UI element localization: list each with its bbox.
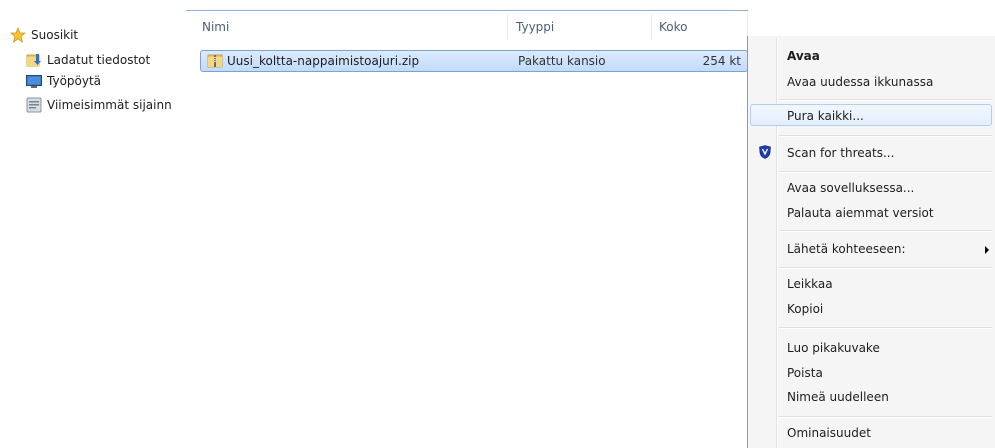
menu-item-cut[interactable]: Leikkaa	[787, 277, 833, 291]
file-row[interactable]: Uusi_koltta-nappaimistoajuri.zip Pakattu…	[200, 50, 748, 72]
context-menu: Avaa Avaa uudessa ikkunassa Pura kaikki.…	[747, 36, 995, 448]
shield-icon	[759, 145, 771, 159]
menu-item-open-with[interactable]: Avaa sovelluksessa...	[787, 181, 914, 195]
menu-item-properties[interactable]: Ominaisuudet	[787, 426, 871, 440]
nav-downloads-label: Ladatut tiedostot	[47, 53, 151, 67]
menu-separator	[779, 99, 992, 101]
explorer-window: Suosikit Ladatut tiedostot Työpöytä Viim…	[0, 0, 995, 448]
downloads-folder-icon	[26, 52, 42, 68]
nav-recent-label: Viimeisimmät sijainn	[47, 98, 172, 112]
menu-item-send-to[interactable]: Lähetä kohteeseen:	[787, 242, 906, 256]
file-type: Pakattu kansio	[518, 54, 606, 68]
menu-item-scan-threats[interactable]: Scan for threats...	[787, 146, 894, 160]
nav-downloads[interactable]: Ladatut tiedostot	[26, 51, 150, 69]
menu-item-create-shortcut[interactable]: Luo pikakuvake	[787, 341, 880, 355]
menu-separator	[779, 416, 992, 418]
menu-item-restore-previous[interactable]: Palauta aiemmat versiot	[787, 206, 934, 220]
column-divider[interactable]	[507, 14, 508, 40]
desktop-icon	[26, 73, 42, 89]
nav-desktop[interactable]: Työpöytä	[26, 72, 101, 90]
column-divider[interactable]	[651, 14, 652, 40]
menu-separator	[779, 230, 992, 232]
menu-item-copy[interactable]: Kopioi	[787, 302, 823, 316]
nav-recent[interactable]: Viimeisimmät sijainn	[26, 96, 172, 114]
menu-item-open[interactable]: Avaa	[787, 49, 820, 63]
menu-separator	[779, 135, 992, 137]
header-top-border	[186, 10, 748, 11]
menu-item-open-new-window[interactable]: Avaa uudessa ikkunassa	[787, 75, 933, 89]
star-icon	[9, 26, 27, 43]
recent-places-icon	[26, 97, 42, 113]
menu-item-extract-all[interactable]: Pura kaikki...	[787, 109, 864, 123]
menu-separator	[779, 327, 992, 329]
menu-gutter-line	[777, 38, 778, 448]
menu-separator	[779, 171, 992, 173]
menu-separator	[779, 267, 992, 269]
nav-favorites[interactable]: Suosikit	[9, 26, 79, 44]
nav-favorites-label: Suosikit	[31, 28, 79, 42]
file-name: Uusi_koltta-nappaimistoajuri.zip	[227, 54, 420, 68]
navigation-pane: Suosikit Ladatut tiedostot Työpöytä Viim…	[0, 0, 184, 448]
nav-desktop-label: Työpöytä	[47, 74, 102, 88]
submenu-arrow-icon	[985, 246, 989, 254]
file-size: 254 kt	[702, 54, 741, 68]
column-header-type[interactable]: Tyyppi	[516, 20, 554, 34]
menu-item-delete[interactable]: Poista	[787, 366, 823, 380]
menu-item-rename[interactable]: Nimeä uudelleen	[787, 390, 889, 404]
zip-folder-icon	[207, 53, 223, 69]
column-header-name[interactable]: Nimi	[202, 20, 229, 34]
column-header-size[interactable]: Koko	[659, 20, 687, 34]
